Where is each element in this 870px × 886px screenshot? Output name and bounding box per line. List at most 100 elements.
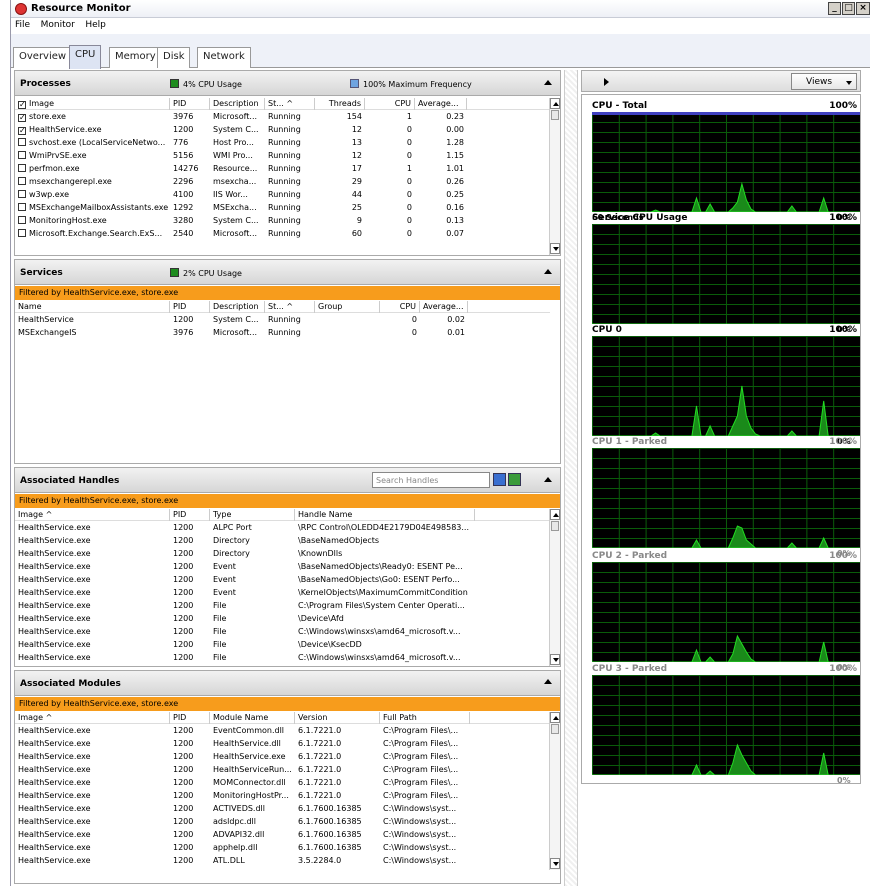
table-row[interactable]: HealthService 1200 System C... Running 0 0.02 [15,314,550,326]
handles-header[interactable]: Associated Handles Search Handles [15,468,560,493]
col-module-name[interactable]: Module Name [210,712,295,724]
table-row[interactable]: perfmon.exe 14276 Resource... Running 17 1 1.0… [15,163,550,175]
table-row[interactable]: HealthService.exe 1200 Event \KernelObjects… [15,587,550,599]
tab-network[interactable]: Network [197,47,251,68]
scroll-up-icon[interactable] [550,712,560,723]
table-row[interactable]: HealthService.exe 1200 File \Device\Afd [15,613,550,625]
tab-memory[interactable]: Memory [109,47,162,68]
table-row[interactable]: msexchangerepl.exe 2296 msexcha... Running 2… [15,176,550,188]
menu-monitor[interactable]: Monitor [37,18,79,30]
table-row[interactable]: HealthService.exe 1200 apphelp.dll 6.1.7600… [15,842,550,854]
scroll-down-icon[interactable] [550,858,560,869]
row-checkbox[interactable]: ✓ [18,127,26,135]
table-row[interactable]: MonitoringHost.exe 3280 System C... Running… [15,215,550,227]
table-row[interactable]: w3wp.exe 4100 IIS Wor... Running 44 0 0.25 [15,189,550,201]
table-row[interactable]: svchost.exe (LocalServiceNetwo... 776 Host… [15,137,550,149]
select-all-checkbox[interactable]: ✓ [18,101,26,109]
col-full-path[interactable]: Full Path [380,712,470,724]
scroll-down-icon[interactable] [550,243,560,254]
table-row[interactable]: HealthService.exe 1200 Event \BaseNamedObje… [15,574,550,586]
col-status[interactable]: St... ^ [265,301,315,313]
table-row[interactable]: MSExchangeIS 3976 Microsoft... Running 0 0.01 [15,327,550,339]
col-image[interactable]: ✓ Image [15,98,170,110]
row-checkbox[interactable] [18,203,26,211]
table-row[interactable]: HealthService.exe 1200 MOMConnector.dll 6.1… [15,777,550,789]
table-row[interactable]: HealthService.exe 1200 Directory \BaseNamed… [15,535,550,547]
col-pid[interactable]: PID [170,98,210,110]
col-handle-name[interactable]: Handle Name [295,509,475,521]
search-icon[interactable] [493,473,506,486]
table-row[interactable]: HealthService.exe 1200 File C:\Windows\wins… [15,652,550,664]
tab-overview[interactable]: Overview [13,47,73,68]
collapse-modules-icon[interactable] [544,679,552,684]
row-checkbox[interactable] [18,190,26,198]
table-row[interactable]: HealthService.exe 1200 ATL.DLL 3.5.2284.0 C:… [15,855,550,867]
table-row[interactable]: HealthService.exe 1200 Event \BaseNamedObje… [15,561,550,573]
panel-splitter-scrollbar[interactable] [564,70,578,886]
table-row[interactable]: HealthService.exe 1200 ADVAPI32.dll 6.1.760… [15,829,550,841]
collapse-processes-icon[interactable] [544,80,552,85]
row-checkbox[interactable] [18,216,26,224]
col-description[interactable]: Description [210,98,265,110]
col-group[interactable]: Group [315,301,380,313]
table-row[interactable]: WmiPrvSE.exe 5156 WMI Pro... Running 12 0 1.15 [15,150,550,162]
col-cpu[interactable]: CPU [380,301,420,313]
col-average-cpu[interactable]: Average... [420,301,468,313]
row-checkbox[interactable] [18,164,26,172]
table-row[interactable]: MSExchangeMailboxAssistants.exe 1292 MSExc… [15,202,550,214]
row-checkbox[interactable] [18,138,26,146]
table-row[interactable]: HealthService.exe 1200 HealthService.exe 6.… [15,751,550,763]
row-checkbox[interactable] [18,229,26,237]
expand-arrow-icon[interactable] [604,78,609,86]
col-average-cpu[interactable]: Average... [415,98,467,110]
tab-cpu[interactable]: CPU [69,45,102,69]
table-row[interactable]: HealthService.exe 1200 ALPC Port \RPC Contr… [15,522,550,534]
graph-panel-header[interactable]: Views [581,70,861,92]
table-row[interactable]: HealthService.exe 1200 ACTIVEDS.dll 6.1.760… [15,803,550,815]
table-row[interactable]: HealthService.exe 1200 File C:\Windows\wins… [15,626,550,638]
search-handles-input[interactable]: Search Handles [372,472,490,488]
row-checkbox[interactable]: ✓ [18,114,26,122]
table-row[interactable]: HealthService.exe 1200 HealthServiceRun...… [15,764,550,776]
menu-help[interactable]: Help [81,18,110,30]
scroll-thumb[interactable] [551,724,559,734]
minimize-button[interactable]: _ [828,2,841,15]
table-row[interactable]: HealthService.exe 1200 Directory \KnownDlls [15,548,550,560]
table-row[interactable]: ✓ HealthService.exe 1200 System C... Running… [15,124,550,136]
table-row[interactable]: HealthService.exe 1200 MonitoringHostPr...… [15,790,550,802]
modules-scrollbar[interactable] [549,712,560,870]
table-row[interactable]: HealthService.exe 1200 adsldpc.dll 6.1.7600… [15,816,550,828]
table-row[interactable]: HealthService.exe 1200 File \Device\KsecDD [15,639,550,651]
processes-scrollbar[interactable] [549,98,560,255]
table-row[interactable]: HealthService.exe 1200 HealthService.dll 6.… [15,738,550,750]
processes-header[interactable]: Processes 4% CPU Usage 100% Maximum Freq… [15,71,560,96]
services-header[interactable]: Services 2% CPU Usage [15,260,560,285]
collapse-handles-icon[interactable] [544,477,552,482]
col-version[interactable]: Version [295,712,380,724]
col-type[interactable]: Type [210,509,295,521]
close-button[interactable]: × [856,2,870,15]
views-dropdown[interactable]: Views [791,73,857,90]
col-image[interactable]: Image ^ [15,712,170,724]
col-name[interactable]: Name [15,301,170,313]
collapse-services-icon[interactable] [544,269,552,274]
scroll-thumb[interactable] [551,521,559,531]
col-cpu[interactable]: CPU [365,98,415,110]
row-checkbox[interactable] [18,151,26,159]
scroll-down-icon[interactable] [550,654,560,665]
col-description[interactable]: Description [210,301,265,313]
scroll-up-icon[interactable] [550,509,560,520]
maximize-button[interactable]: □ [842,2,855,15]
menu-file[interactable]: File [11,18,34,30]
col-pid[interactable]: PID [170,712,210,724]
handles-scrollbar[interactable] [549,509,560,666]
table-row[interactable]: HealthService.exe 1200 File C:\Program File… [15,600,550,612]
table-row[interactable]: Microsoft.Exchange.Search.ExS... 2540 Micr… [15,228,550,240]
col-threads[interactable]: Threads [315,98,365,110]
row-checkbox[interactable] [18,177,26,185]
col-pid[interactable]: PID [170,301,210,313]
table-row[interactable]: HealthService.exe 1200 EventCommon.dll 6.1.… [15,725,550,737]
scroll-thumb[interactable] [551,110,559,120]
modules-header[interactable]: Associated Modules [15,671,560,696]
refresh-icon[interactable] [508,473,521,486]
